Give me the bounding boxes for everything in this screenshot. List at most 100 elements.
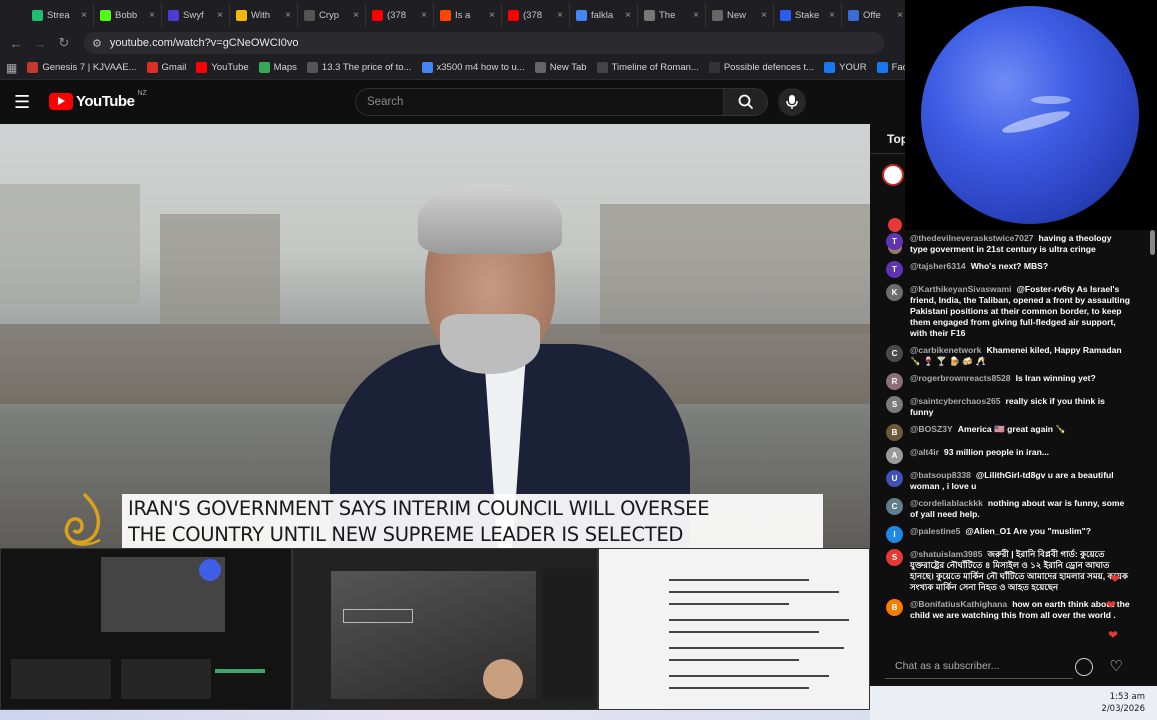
tab-close-icon[interactable]: ×: [557, 10, 563, 21]
chat-message[interactable]: C @carbikenetwork Khamenei kiled, Happy Ra…: [870, 342, 1138, 370]
chat-author[interactable]: @BonifatiusKathighana: [910, 599, 1007, 609]
browser-tab[interactable]: Cryp ×: [298, 3, 366, 27]
chat-message[interactable]: B @BonifatiusKathighana how on earth think…: [870, 596, 1138, 624]
bookmark-item[interactable]: Gmail: [146, 62, 186, 73]
window-preview-document[interactable]: [598, 548, 870, 710]
avatar[interactable]: C: [886, 345, 903, 362]
chat-message[interactable]: T @tajsher6314 Who's next? MBS?: [870, 258, 1138, 281]
tab-label: With: [251, 9, 270, 21]
chat-message[interactable]: S @shatuislam3985 জরুরী | ইরানি বিপ্লবী গা…: [870, 546, 1138, 596]
forward-icon[interactable]: →: [30, 33, 50, 53]
bookmark-item[interactable]: YouTube: [196, 62, 249, 73]
chat-input[interactable]: Chat as a subscriber...: [885, 653, 1073, 679]
tab-close-icon[interactable]: ×: [81, 10, 87, 21]
browser-tab[interactable]: Stake ×: [774, 3, 842, 27]
chat-message[interactable]: C @cordeliablackkk nothing about war is fu…: [870, 495, 1138, 523]
bookmark-item[interactable]: Possible defences t...: [708, 62, 814, 73]
avatar[interactable]: B: [886, 424, 903, 441]
chat-message[interactable]: S @saintcyberchaos265 really sick if you t…: [870, 393, 1138, 421]
avatar[interactable]: T: [886, 233, 903, 250]
browser-tab[interactable]: (378 ×: [366, 3, 434, 27]
browser-tab[interactable]: Offe ×: [842, 3, 910, 27]
browser-tab[interactable]: Swyf ×: [162, 3, 230, 27]
tab-close-icon[interactable]: ×: [149, 10, 155, 21]
tab-close-icon[interactable]: ×: [829, 10, 835, 21]
chat-message[interactable]: A @alt4ir 93 million people in iran...: [870, 444, 1138, 467]
chat-author[interactable]: @saintcyberchaos265: [910, 396, 1001, 406]
chat-author[interactable]: @rogerbrownreacts8528: [910, 373, 1011, 383]
avatar[interactable]: T: [886, 261, 903, 278]
bookmark-item[interactable]: New Tab: [534, 62, 587, 73]
ticker-avatar[interactable]: [882, 164, 904, 186]
reload-icon[interactable]: ↻: [54, 33, 74, 53]
chat-author[interactable]: @palestine5: [910, 526, 960, 536]
emoji-icon[interactable]: [1075, 658, 1093, 676]
chat-author[interactable]: @batsoup8338: [910, 470, 971, 480]
search-button[interactable]: [723, 88, 768, 116]
tab-close-icon[interactable]: ×: [353, 10, 359, 21]
bookmark-item[interactable]: Genesis 7 | KJVAAE...: [27, 62, 137, 73]
chat-author[interactable]: @tajsher6314: [910, 261, 966, 271]
search-input[interactable]: Search: [355, 88, 724, 116]
browser-tab[interactable]: The ×: [638, 3, 706, 27]
window-preview-obs[interactable]: [0, 548, 292, 710]
chat-author[interactable]: @cordeliablackkk: [910, 498, 983, 508]
tab-close-icon[interactable]: ×: [625, 10, 631, 21]
avatar[interactable]: I: [886, 526, 903, 543]
browser-tab[interactable]: Is a ×: [434, 3, 502, 27]
bookmark-item[interactable]: YOUR: [824, 62, 867, 73]
browser-tab[interactable]: (378 ×: [502, 3, 570, 27]
chat-author[interactable]: @shatuislam3985: [910, 549, 982, 559]
window-preview-stream[interactable]: [292, 548, 598, 710]
browser-tab[interactable]: With ×: [230, 3, 298, 27]
bookmark-item[interactable]: x3500 m4 how to u...: [421, 62, 525, 73]
tab-close-icon[interactable]: ×: [897, 10, 903, 21]
bookmark-item[interactable]: 13.3 The price of to...: [306, 62, 412, 73]
bookmark-item[interactable]: Maps: [258, 62, 297, 73]
tab-close-icon[interactable]: ×: [761, 10, 767, 21]
chat-message[interactable]: B @BOSZ3Y America 🇺🇸 great again 🍾: [870, 421, 1138, 444]
scrollbar-thumb[interactable]: [1150, 230, 1155, 255]
chat-message[interactable]: K @KarthikeyanSivaswami @Foster-rv6ty As I…: [870, 281, 1138, 342]
address-bar[interactable]: ⚙ youtube.com/watch?v=gCNeOWCI0vo: [84, 32, 884, 54]
tab-label: The: [659, 9, 676, 21]
browser-tab[interactable]: Bobb ×: [94, 3, 162, 27]
avatar[interactable]: U: [886, 470, 903, 487]
chat-author[interactable]: @thedevilneveraskstwice7027: [910, 233, 1034, 243]
system-clock[interactable]: 1:53 am 2/03/2026: [1101, 691, 1145, 715]
youtube-logo[interactable]: YouTube NZ: [49, 90, 147, 110]
site-info-icon[interactable]: ⚙: [92, 37, 102, 50]
bookmark-item[interactable]: Timeline of Roman...: [596, 62, 699, 73]
chat-message[interactable]: R @rogerbrownreacts8528 Is Iran winning ye…: [870, 370, 1138, 393]
tab-close-icon[interactable]: ×: [217, 10, 223, 21]
avatar[interactable]: B: [886, 599, 903, 616]
tab-close-icon[interactable]: ×: [693, 10, 699, 21]
chat-author[interactable]: @alt4ir: [910, 447, 939, 457]
menu-icon[interactable]: ☰: [14, 92, 34, 112]
avatar[interactable]: K: [886, 284, 903, 301]
video-player[interactable]: IRAN'S GOVERNMENT SAYS INTERIM COUNCIL W…: [0, 124, 870, 548]
chat-scrollbar[interactable]: [1150, 230, 1155, 640]
apps-icon[interactable]: ▦: [6, 61, 17, 75]
avatar[interactable]: C: [886, 498, 903, 515]
avatar[interactable]: R: [886, 373, 903, 390]
chat-message[interactable]: T @thedevilneveraskstwice7027 having a the…: [870, 230, 1138, 258]
tab-close-icon[interactable]: ×: [421, 10, 427, 21]
avatar[interactable]: S: [886, 396, 903, 413]
chat-message[interactable]: U @batsoup8338 @LilithGirl-td8gv u are a b…: [870, 467, 1138, 495]
bookmark-item[interactable]: Facebook green: [876, 62, 905, 73]
avatar[interactable]: A: [886, 447, 903, 464]
voice-search-button[interactable]: [778, 88, 806, 116]
tab-close-icon[interactable]: ×: [489, 10, 495, 21]
tab-close-icon[interactable]: ×: [285, 10, 291, 21]
chat-author[interactable]: @BOSZ3Y: [910, 424, 953, 434]
back-icon[interactable]: ←: [6, 33, 26, 53]
browser-tab[interactable]: New ×: [706, 3, 774, 27]
chat-message[interactable]: I @palestine5 @Alien_O1 Are you "muslim"?: [870, 523, 1138, 546]
avatar[interactable]: S: [886, 549, 903, 566]
heart-icon[interactable]: ♡: [1107, 658, 1125, 676]
chat-author[interactable]: @carbikenetwork: [910, 345, 981, 355]
browser-tab[interactable]: falkla ×: [570, 3, 638, 27]
chat-author[interactable]: @KarthikeyanSivaswami: [910, 284, 1012, 294]
browser-tab[interactable]: Strea ×: [26, 3, 94, 27]
